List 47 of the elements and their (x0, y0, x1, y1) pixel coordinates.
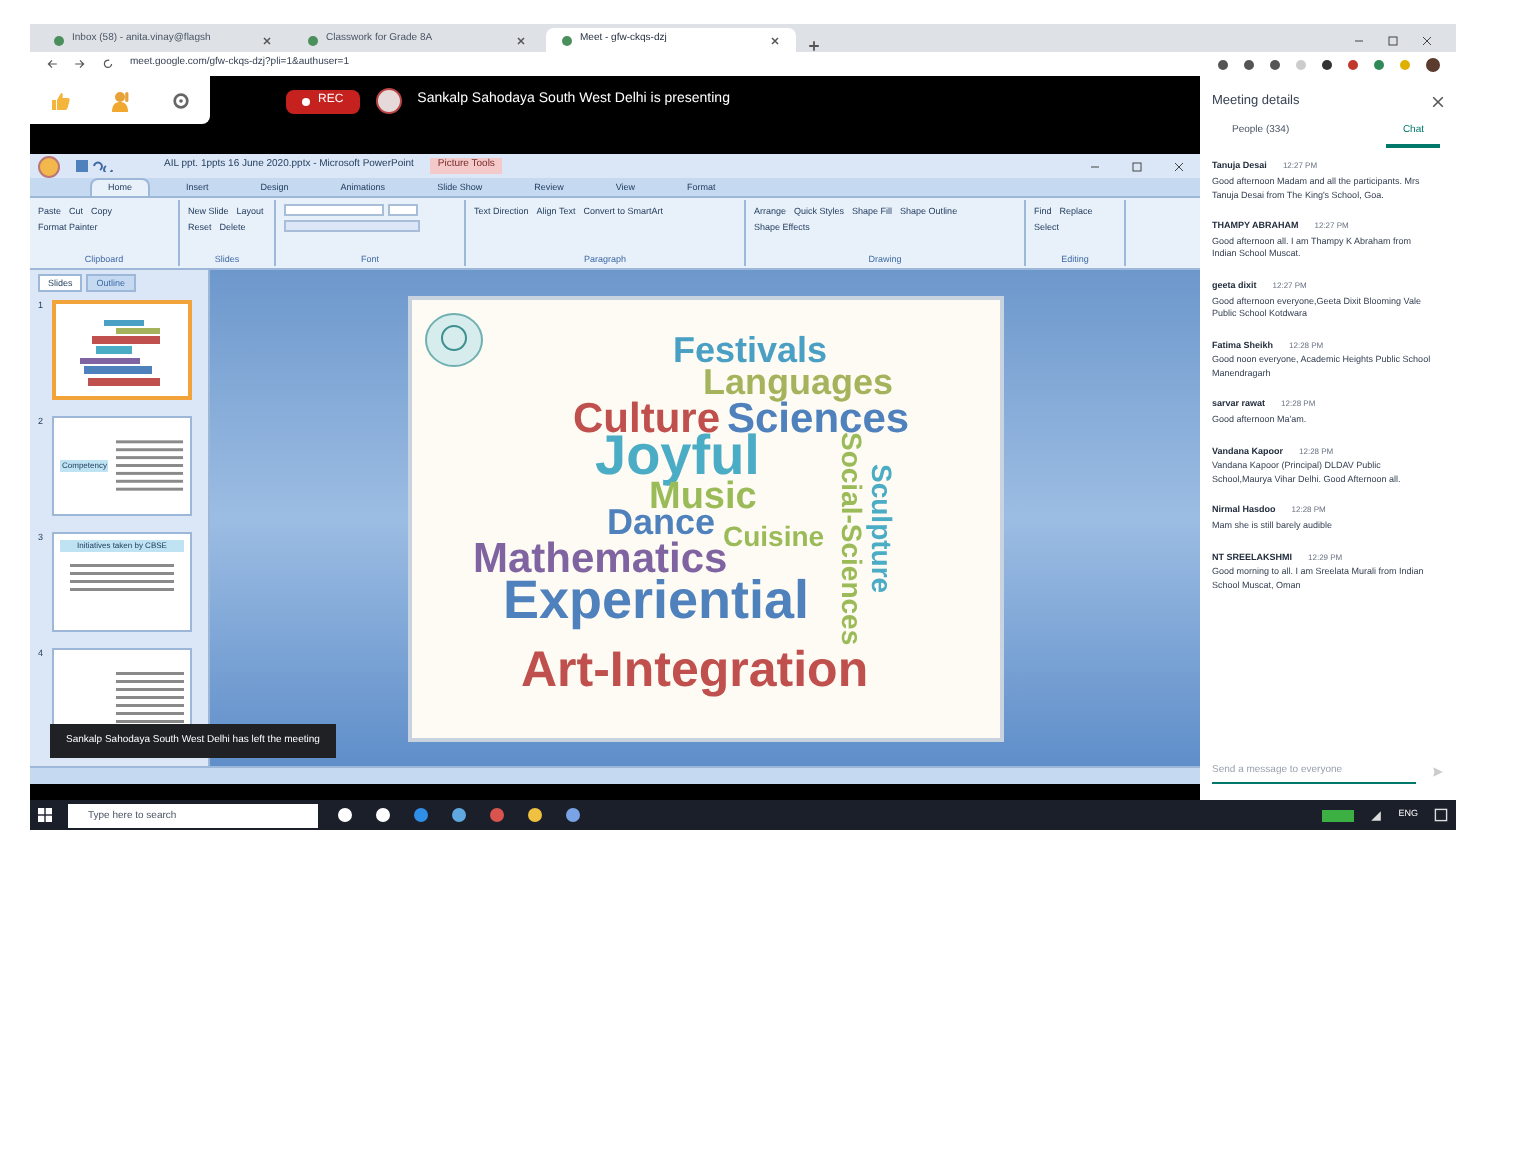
text-lines-drawing (116, 436, 184, 496)
new-tab-icon[interactable] (808, 40, 820, 52)
text-lines-drawing (66, 560, 178, 596)
school-logo-drawing (423, 311, 483, 367)
extension-icon[interactable] (1244, 59, 1254, 69)
taskbar-app-icon[interactable] (452, 808, 466, 822)
extension-icon[interactable] (1322, 59, 1332, 69)
word-cloud-word: Festivals (673, 332, 828, 369)
font-size-field[interactable] (388, 204, 418, 216)
presenter-avatar (375, 88, 402, 114)
close-icon[interactable] (1422, 36, 1432, 46)
close-icon[interactable] (262, 35, 272, 45)
thumbs-up-icon[interactable] (50, 90, 71, 110)
slide-thumbnail[interactable] (52, 300, 192, 400)
close-icon[interactable] (1432, 95, 1444, 108)
profile-avatar[interactable] (1426, 57, 1440, 71)
taskbar-app-icon[interactable] (338, 808, 352, 822)
tab-favicon-icon (308, 35, 318, 45)
extension-icon[interactable] (1270, 59, 1280, 69)
network-icon (1370, 809, 1383, 821)
tab-favicon-icon (562, 35, 572, 45)
word-cloud-word: Art-Integration (521, 646, 869, 697)
restore-icon[interactable] (1388, 36, 1398, 46)
restore-icon[interactable] (1132, 161, 1142, 171)
close-icon[interactable] (516, 35, 526, 45)
extension-icon[interactable] (1218, 59, 1228, 69)
word-cloud-word: Sculpture (867, 463, 895, 593)
word-cloud-word: Social-Sciences (837, 431, 865, 645)
windows-start-icon[interactable] (38, 808, 52, 822)
notifications-icon[interactable] (1434, 808, 1448, 822)
taskbar-app-icon[interactable] (376, 808, 390, 822)
back-icon[interactable] (46, 58, 58, 70)
font-name-field[interactable] (284, 204, 384, 216)
word-cloud-word: Experiential (503, 573, 810, 628)
text-lines-drawing (116, 668, 184, 728)
close-icon[interactable] (770, 35, 780, 45)
taskbar-app-icon[interactable] (528, 808, 542, 822)
tab-favicon-icon (54, 35, 64, 45)
forward-icon[interactable] (74, 58, 86, 70)
reload-icon[interactable] (102, 58, 114, 70)
office-button[interactable] (38, 155, 60, 177)
word-cloud-word: Languages (703, 364, 894, 401)
extension-icon[interactable] (1348, 59, 1358, 69)
word-cloud-word: Cuisine (723, 521, 825, 550)
battery-icon (1322, 809, 1355, 821)
close-icon[interactable] (1174, 161, 1184, 171)
taskbar-app-icon[interactable] (566, 808, 580, 822)
